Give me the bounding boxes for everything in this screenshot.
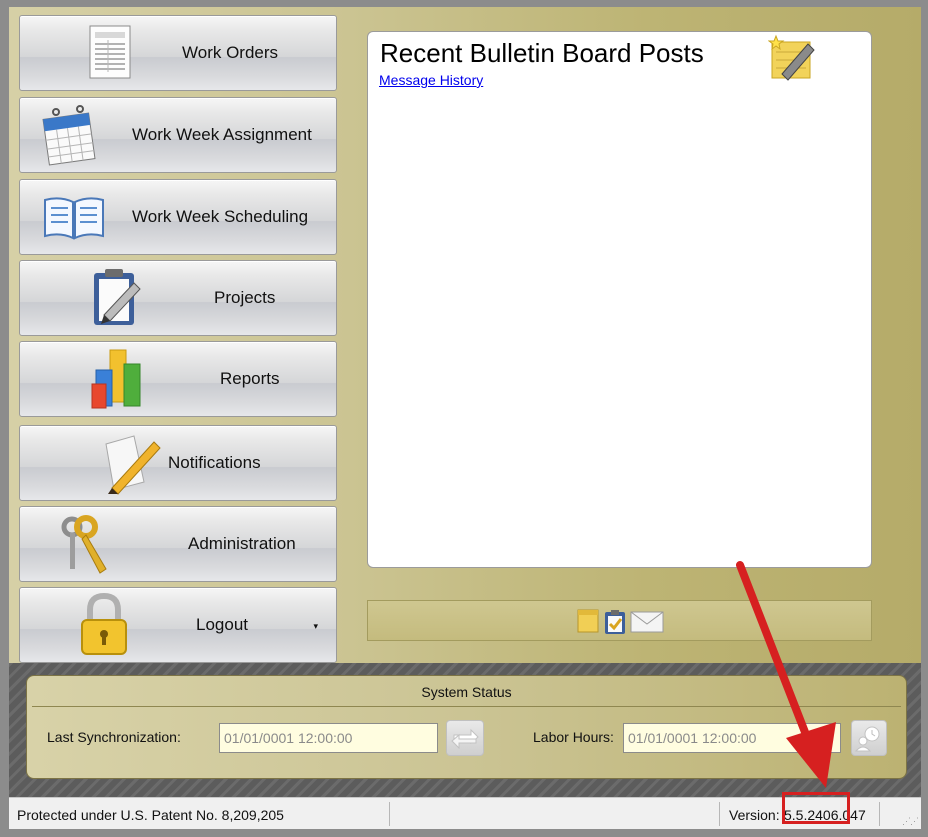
status-separator (389, 802, 390, 826)
reports-button[interactable]: Reports (19, 341, 337, 417)
work-week-scheduling-label: Work Week Scheduling (132, 207, 309, 226)
version-value: 5.5.2406.047 (784, 807, 866, 823)
version-label: Version: (729, 807, 780, 823)
clipboard-pencil-icon (90, 267, 146, 334)
new-post-pencil-icon[interactable] (767, 34, 818, 87)
system-status-strip: System Status Last Synchronization: Labo… (9, 663, 921, 797)
logout-dropdown-arrow[interactable]: ▾ (313, 621, 318, 632)
patent-notice: Protected under U.S. Patent No. 8,209,20… (17, 807, 284, 823)
reports-label: Reports (220, 369, 280, 388)
projects-label: Projects (214, 288, 276, 307)
work-week-scheduling-button[interactable]: Work Week Scheduling (19, 179, 337, 255)
last-sync-label: Last Synchronization: (47, 729, 181, 745)
labor-hours-button[interactable] (851, 720, 887, 756)
bar-chart-icon (88, 346, 148, 417)
bottom-status-bar: Protected under U.S. Patent No. 8,209,20… (9, 797, 921, 829)
status-separator (879, 802, 880, 826)
calendar-icon (40, 104, 100, 171)
status-separator (719, 802, 720, 826)
clipboard-check-icon[interactable] (602, 608, 628, 641)
labor-hours-label: Labor Hours: (533, 729, 614, 745)
notifications-label: Notifications (168, 453, 261, 472)
sync-button[interactable] (446, 720, 484, 756)
last-sync-field[interactable] (219, 723, 438, 753)
note-pencil-icon (100, 430, 164, 501)
projects-button[interactable]: Projects (19, 260, 337, 336)
document-list-icon (86, 24, 134, 85)
system-status-title: System Status (421, 684, 512, 700)
bulletin-board-title: Recent Bulletin Board Posts (380, 38, 704, 68)
system-status-panel: System Status Last Synchronization: Labo… (26, 675, 907, 779)
labor-hours-field[interactable] (623, 723, 841, 753)
work-week-assignment-button[interactable]: Work Week Assignment (19, 97, 337, 173)
clock-person-icon (852, 726, 886, 759)
message-history-link[interactable]: Message History (379, 72, 483, 88)
system-status-divider (32, 706, 901, 707)
envelope-icon[interactable] (630, 611, 664, 638)
administration-button[interactable]: Administration (19, 506, 337, 582)
work-orders-button[interactable]: Work Orders (19, 15, 337, 91)
logout-label: Logout (196, 615, 248, 634)
open-book-icon (42, 194, 106, 247)
logout-button[interactable]: Logout ▾ (19, 587, 337, 663)
work-orders-label: Work Orders (182, 43, 279, 62)
bulletin-toolbar (367, 600, 872, 641)
resize-grip-icon[interactable]: ⋰⋰ (902, 816, 919, 827)
keys-icon (58, 513, 118, 582)
bulletin-board-panel: Recent Bulletin Board Posts Message Hist… (367, 31, 872, 568)
sticky-note-icon[interactable] (576, 608, 600, 639)
notifications-button[interactable]: Notifications (19, 425, 337, 501)
work-week-assignment-label: Work Week Assignment (132, 125, 312, 144)
administration-label: Administration (188, 534, 296, 553)
sync-arrows-icon (447, 728, 483, 759)
main-window: Work Orders Work Week Assignment Work We… (9, 7, 921, 829)
padlock-icon (78, 592, 130, 663)
